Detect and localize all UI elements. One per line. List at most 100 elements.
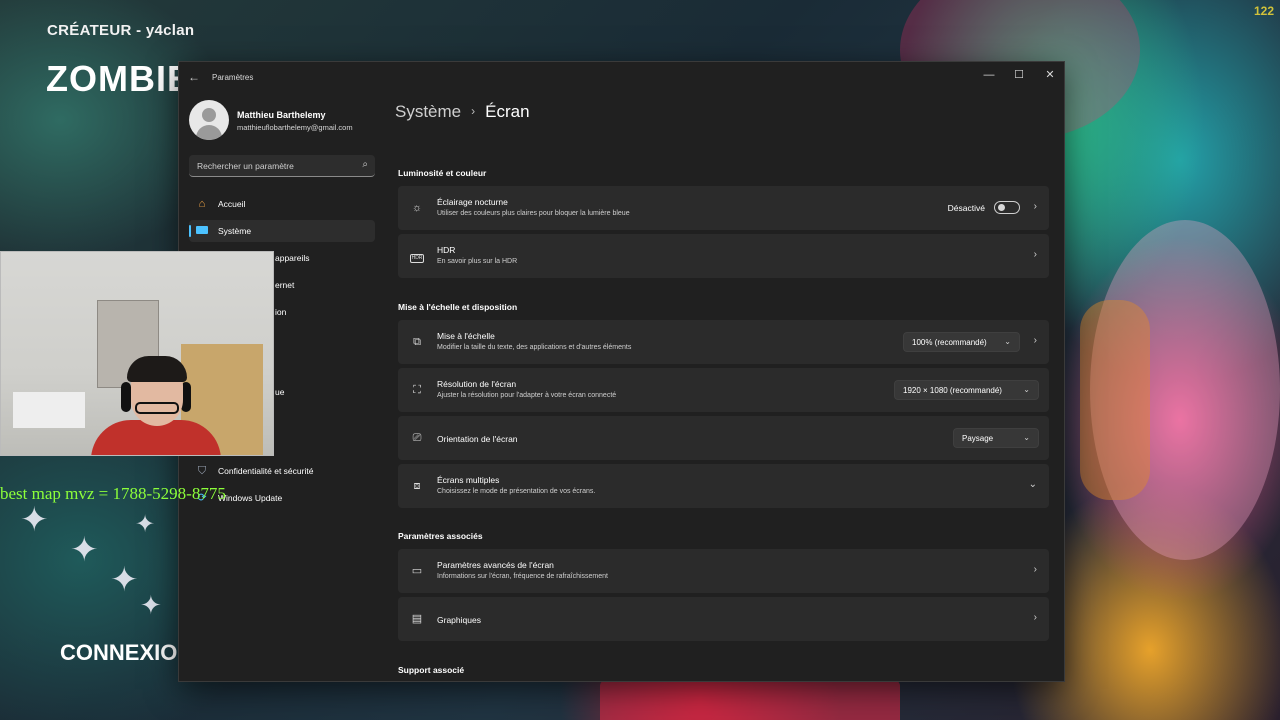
monitor-icon: ▭ (411, 565, 423, 577)
home-icon: ⌂ (198, 198, 206, 210)
profile-email: matthieuflobarthelemy@gmail.com (237, 123, 353, 132)
breadcrumb-separator: › (471, 104, 476, 118)
map-code-overlay: best map mvz = 1788-5298-8775 (0, 484, 226, 503)
hdr-icon: HDR (409, 254, 425, 263)
chevron-down-icon: ⌄ (1028, 479, 1037, 490)
star-icon: ✦ (20, 501, 49, 539)
card-title: Mise à l'échelle (437, 331, 495, 341)
card-subtitle: Utiliser des couleurs plus claires pour … (437, 210, 630, 217)
sidebar-item-confidentialite[interactable]: ⛉ Confidentialité et sécurité (189, 460, 375, 482)
section-heading: Paramètres associés (398, 531, 483, 541)
resolution-icon: ⛶ (413, 384, 421, 396)
headset-left (121, 382, 131, 412)
breadcrumb-parent[interactable]: Système (395, 102, 461, 121)
chevron-down-icon: ⌄ (1023, 385, 1030, 394)
dropdown-value: 100% (recommandé) (912, 338, 987, 347)
card-subtitle: Modifier la taille du texte, des applica… (437, 344, 632, 351)
window-title: Paramètres (212, 73, 254, 82)
hdr-card[interactable]: HDR HDR En savoir plus sur la HDR › (398, 234, 1049, 278)
card-title: HDR (437, 245, 456, 255)
maximize-button[interactable]: ☐ (1004, 65, 1034, 85)
card-title: Paramètres avancés de l'écran (437, 560, 554, 570)
graphics-icon: ▤ (411, 613, 423, 625)
map-title: ZOMBIE (46, 58, 192, 99)
star-icon: ✦ (140, 590, 162, 620)
search-input[interactable]: Rechercher un paramètre ⌕ (189, 155, 375, 177)
night-light-toggle[interactable] (994, 201, 1020, 214)
page-title: Écran (485, 102, 530, 121)
orientation-icon: ⎚ (412, 432, 422, 444)
minimize-button[interactable]: — (974, 65, 1004, 85)
breadcrumb: Système › Écran (395, 102, 530, 122)
sidebar-item-label: Système (218, 226, 252, 236)
toggle-knob (998, 204, 1005, 211)
scaling-dropdown[interactable]: 100% (recommandé) ⌄ (903, 332, 1020, 352)
multiple-displays-card[interactable]: ⧈ Écrans multiples Choisissez le mode de… (398, 464, 1049, 508)
pumpkin-shape (1080, 300, 1150, 500)
streamer-glasses (135, 402, 179, 414)
resolution-dropdown[interactable]: 1920 × 1080 (recommandé) ⌄ (894, 380, 1039, 400)
sidebar-item-systeme[interactable]: Système (189, 220, 375, 242)
dropdown-value: 1920 × 1080 (recommandé) (903, 386, 1002, 395)
card-subtitle: Choisissez le mode de présentation de vo… (437, 488, 596, 495)
card-subtitle: En savoir plus sur la HDR (437, 258, 518, 265)
resize-icon: ⧉ (413, 336, 421, 348)
card-title: Éclairage nocturne (437, 197, 508, 207)
advanced-display-card[interactable]: ▭ Paramètres avancés de l'écran Informat… (398, 549, 1049, 593)
night-light-card[interactable]: ☼ Éclairage nocturne Utiliser des couleu… (398, 186, 1049, 230)
toggle-status: Désactivé (947, 203, 985, 213)
card-title: Orientation de l'écran (437, 434, 518, 444)
section-heading: Luminosité et couleur (398, 168, 487, 178)
section-heading: Support associé (398, 665, 465, 675)
sidebar-item-label: Windows Update (218, 493, 283, 503)
creator-label: CRÉATEUR - y4clan (47, 22, 195, 39)
sidebar-item-label: appareils (275, 253, 310, 263)
active-indicator (189, 225, 191, 237)
sidebar-item-label: ue (275, 387, 285, 397)
card-title: Graphiques (437, 615, 481, 625)
avatar-head (202, 108, 216, 122)
sun-icon: ☼ (411, 202, 423, 214)
red-banner (600, 680, 900, 720)
sidebar-item-label: Accueil (218, 199, 246, 209)
orientation-dropdown[interactable]: Paysage ⌄ (953, 428, 1039, 448)
orientation-card[interactable]: ⎚ Orientation de l'écran Paysage ⌄ (398, 416, 1049, 460)
shield-icon: ⛉ (197, 465, 207, 477)
settings-window: ← Paramètres — ☐ ✕ Matthieu Barthelemy m… (179, 62, 1064, 681)
connexion-label: CONNEXION (60, 640, 194, 665)
card-subtitle: Ajuster la résolution pour l'adapter à v… (437, 392, 617, 399)
resolution-card[interactable]: ⛶ Résolution de l'écran Ajuster la résol… (398, 368, 1049, 412)
dropdown-value: Paysage (962, 434, 994, 443)
avatar[interactable] (189, 100, 229, 140)
shelf (13, 392, 85, 428)
scaling-card[interactable]: ⧉ Mise à l'échelle Modifier la taille du… (398, 320, 1049, 364)
sidebar-item-label: Confidentialité et sécurité (218, 466, 314, 476)
star-icon: ✦ (70, 531, 99, 569)
back-arrow-icon[interactable]: ← (188, 70, 200, 84)
sidebar-item-accueil[interactable]: ⌂ Accueil (189, 193, 375, 215)
avatar-body (196, 125, 222, 140)
multiple-displays-icon: ⧈ (413, 480, 421, 492)
webcam-overlay (0, 251, 274, 456)
card-subtitle: Informations sur l'écran, fréquence de r… (437, 573, 608, 580)
search-placeholder: Rechercher un paramètre (197, 161, 294, 171)
streamer-hair (127, 356, 187, 382)
graphics-card[interactable]: ▤ Graphiques › (398, 597, 1049, 641)
chevron-right-icon: › (1033, 564, 1037, 575)
corner-counter: 122 (1253, 4, 1274, 18)
star-icon: ✦ (135, 511, 156, 538)
sidebar-item-label: ion (275, 307, 287, 317)
chevron-right-icon: › (1033, 612, 1037, 623)
system-icon (195, 224, 209, 238)
chevron-down-icon: ⌄ (1004, 337, 1011, 346)
search-icon[interactable]: ⌕ (362, 159, 368, 170)
card-title: Écrans multiples (437, 475, 500, 485)
chevron-down-icon: ⌄ (1023, 433, 1030, 442)
section-heading: Mise à l'échelle et disposition (398, 302, 518, 312)
chevron-right-icon: › (1033, 335, 1037, 346)
title-bar: ← Paramètres — ☐ ✕ (179, 62, 1064, 92)
profile-name: Matthieu Barthelemy (237, 110, 326, 120)
chevron-right-icon: › (1033, 249, 1037, 260)
card-title: Résolution de l'écran (437, 379, 517, 389)
close-button[interactable]: ✕ (1035, 65, 1064, 85)
